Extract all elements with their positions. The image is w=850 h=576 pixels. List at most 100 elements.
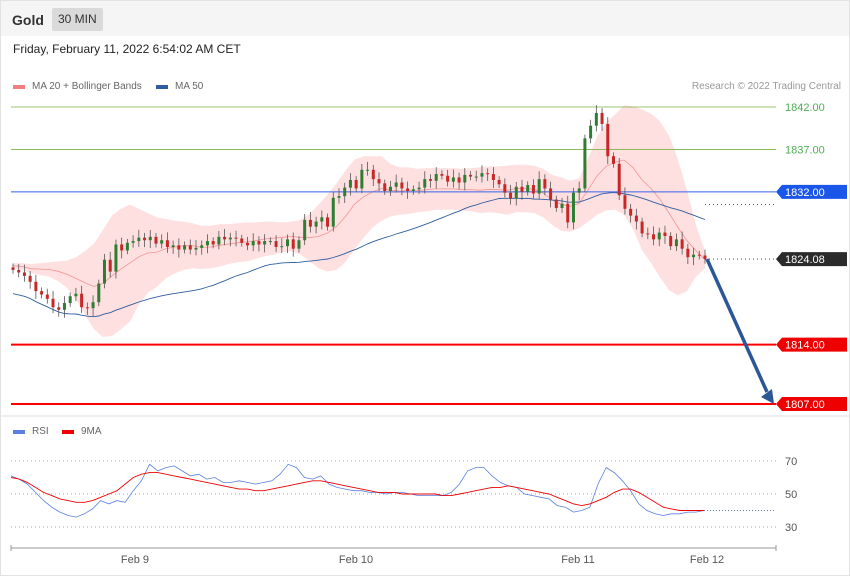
candle-body (503, 184, 507, 193)
candle-body (606, 123, 610, 157)
candle-body (91, 302, 95, 309)
candle-body (474, 176, 478, 178)
candle-body (314, 221, 318, 227)
candle-body (211, 241, 215, 245)
candle-body (183, 245, 187, 250)
level-label: 1832.00 (785, 187, 825, 199)
candle-body (22, 272, 26, 276)
candle-body (577, 188, 581, 193)
candle-body (428, 179, 432, 181)
candle-body (240, 238, 244, 243)
candle-body (297, 240, 301, 249)
candle-body (160, 240, 164, 244)
candle-body (652, 234, 656, 240)
candle-body (543, 179, 547, 189)
candle-body (257, 241, 261, 245)
candle-body (446, 175, 450, 182)
candle-body (177, 245, 181, 250)
candle-body (537, 179, 541, 194)
candle-body (143, 237, 147, 241)
candle-body (51, 298, 55, 308)
candle-body (514, 186, 518, 199)
candle-body (40, 291, 44, 295)
candle-body (366, 169, 370, 171)
candle-body (80, 293, 84, 308)
candle-body (354, 179, 358, 189)
candle-body (337, 196, 341, 198)
candle-body (571, 192, 575, 223)
candle-body (692, 254, 696, 258)
candle-body (411, 189, 415, 192)
candle-body (469, 174, 473, 177)
candle-body (629, 208, 633, 216)
candle-body (320, 217, 324, 222)
candle-body (188, 245, 192, 250)
level-label: 1807.00 (785, 399, 825, 411)
candle-body (657, 232, 661, 240)
level-label: 1837.00 (785, 144, 825, 156)
candle-body (669, 235, 673, 247)
candle-body (383, 183, 387, 192)
candle-body (371, 169, 375, 180)
candle-body (434, 174, 438, 181)
candle-body (674, 239, 678, 247)
candle-body (623, 195, 627, 209)
candle-body (205, 241, 209, 246)
candle-body (223, 236, 227, 240)
x-tick-label: Feb 9 (121, 554, 149, 566)
candle-body (663, 232, 667, 236)
candle-body (74, 293, 78, 297)
candle-body (566, 203, 570, 223)
candle-body (634, 215, 638, 222)
candle-body (326, 217, 330, 227)
candle-body (291, 239, 295, 249)
rsi-tick-label: 70 (785, 456, 797, 468)
level-label: 1824.08 (785, 254, 825, 266)
x-tick-label: Feb 11 (561, 554, 594, 566)
candle-body (406, 188, 410, 192)
candle-body (388, 186, 392, 192)
candle-body (131, 241, 135, 243)
candle-body (57, 307, 61, 310)
candle-body (440, 174, 444, 176)
candle-body (463, 174, 467, 183)
candle-body (103, 259, 107, 284)
candle-body (28, 275, 32, 282)
candle-body (594, 112, 598, 126)
candle-body (286, 239, 290, 247)
candle-body (108, 259, 112, 272)
candle-body (360, 169, 364, 189)
candle-body (451, 177, 455, 182)
candle-body (228, 237, 232, 240)
candle-body (263, 241, 267, 245)
price-chart: 1842.00 1837.00 1832.00 1824.08 1814.00 1807.… (1, 102, 849, 566)
candle-body (560, 203, 564, 208)
candle-body (589, 125, 593, 139)
rsi-tick-label: 50 (785, 489, 797, 501)
candle-body (526, 185, 530, 192)
candle-body (45, 294, 49, 299)
candle-body (377, 179, 381, 184)
candle-body (251, 241, 255, 246)
candle-body (68, 296, 72, 304)
level-label: 1842.00 (785, 102, 825, 114)
candle-body (245, 242, 249, 246)
candle-body (114, 244, 118, 272)
bollinger-band (13, 105, 705, 337)
candle-body (520, 186, 524, 192)
candle-body (491, 174, 495, 180)
candle-body (646, 233, 650, 235)
candle-body (154, 236, 158, 244)
candle-body (343, 187, 347, 197)
candle-body (62, 303, 66, 310)
candle-body (274, 241, 278, 248)
candle-body (34, 281, 38, 292)
candle-body (268, 241, 272, 243)
candle-body (148, 236, 152, 241)
candle-body (348, 179, 352, 188)
candle-body (217, 236, 221, 245)
candle-body (600, 112, 604, 124)
candle-body (583, 138, 587, 189)
candle-body (417, 187, 421, 190)
candle-body (686, 248, 690, 258)
